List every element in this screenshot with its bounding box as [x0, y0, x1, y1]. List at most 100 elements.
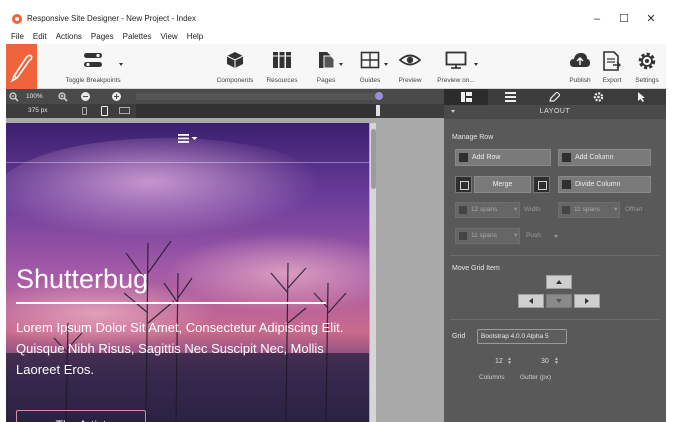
- width-ruler: [136, 104, 376, 118]
- toggle-breakpoints-button[interactable]: Toggle Breakpoints: [58, 44, 128, 89]
- chevron-down-icon: [119, 63, 123, 66]
- move-left-button[interactable]: [518, 294, 544, 308]
- merge-button[interactable]: Merge: [474, 176, 531, 193]
- layout-icon: [461, 92, 472, 102]
- width-span-select[interactable]: 12 spans ▾: [455, 202, 520, 218]
- phone-icon[interactable]: [82, 107, 87, 115]
- menu-icon[interactable]: [178, 133, 198, 143]
- close-button[interactable]: ✕: [640, 11, 662, 27]
- main-toolbar: Toggle Breakpoints Components Resources: [6, 44, 666, 89]
- breakpoint-marker[interactable]: [375, 92, 383, 100]
- offset-span-icon: [562, 206, 570, 214]
- columns-stepper[interactable]: ▲ ▼: [507, 357, 512, 366]
- menu-edit[interactable]: Edit: [33, 30, 47, 44]
- move-up-button[interactable]: [546, 275, 572, 289]
- the-artist-button[interactable]: The Artist: [16, 410, 146, 422]
- columns-label: Columns: [479, 374, 505, 381]
- add-row-button[interactable]: Add Row: [455, 149, 551, 166]
- components-button[interactable]: Components: [214, 44, 256, 89]
- add-row-icon: [459, 153, 468, 162]
- maximize-button[interactable]: ☐: [613, 11, 635, 27]
- menu-palettes[interactable]: Palettes: [123, 30, 152, 44]
- add-row-label: Add Row: [472, 154, 501, 161]
- push-span-icon: [459, 232, 467, 240]
- publish-button[interactable]: Publish: [565, 44, 595, 89]
- hero-text: Lorem Ipsum Dolor Sit Amet, Consectetur …: [16, 320, 344, 377]
- columns-input[interactable]: 12: [495, 358, 503, 365]
- menu-pages[interactable]: Pages: [91, 30, 114, 44]
- preview-label: Preview: [398, 77, 422, 84]
- chevron-down-icon[interactable]: [451, 110, 455, 113]
- hero-navbar: [6, 123, 369, 163]
- brand-tool-button[interactable]: [6, 44, 37, 89]
- export-button[interactable]: Export: [597, 44, 627, 89]
- title-bar: Responsive Site Designer - New Project -…: [6, 8, 666, 30]
- zoom-out-icon[interactable]: [9, 92, 19, 102]
- merge-left-icon[interactable]: [455, 176, 472, 193]
- divide-column-icon: [562, 180, 571, 189]
- canvas-scrollbar[interactable]: [370, 123, 376, 422]
- export-icon: [603, 51, 621, 71]
- zoom-level: 100%: [26, 93, 43, 100]
- gear-icon: [593, 92, 604, 102]
- toggle-icon: [84, 53, 102, 67]
- tab-style[interactable]: [532, 89, 576, 105]
- tablet-icon[interactable]: [101, 106, 108, 116]
- monitor-icon: [445, 51, 467, 69]
- add-column-button[interactable]: Add Column: [558, 149, 651, 166]
- app-logo-icon: [12, 14, 22, 24]
- guides-label: Guides: [359, 77, 381, 84]
- tab-settings[interactable]: [576, 89, 620, 105]
- resources-icon: [273, 52, 291, 68]
- minimize-button[interactable]: –: [586, 11, 608, 27]
- merge-right-icon[interactable]: [533, 176, 550, 193]
- scrollbar-thumb[interactable]: [370, 129, 376, 189]
- guides-icon: [360, 51, 380, 69]
- gutter-input[interactable]: 30: [541, 358, 549, 365]
- move-right-button[interactable]: [574, 294, 600, 308]
- eye-icon: [399, 54, 421, 66]
- pages-button[interactable]: Pages: [309, 44, 343, 89]
- grid-framework-select[interactable]: Bootstrap 4.0.0 Alpha 5: [477, 329, 567, 344]
- gutter-label: Gutter (px): [520, 374, 552, 381]
- arrow-up-icon: [556, 280, 562, 284]
- preview-button[interactable]: Preview: [393, 44, 427, 89]
- section-divider: [450, 319, 660, 320]
- publish-label: Publish: [569, 77, 591, 84]
- increase-width-button[interactable]: [112, 92, 121, 101]
- components-icon: [226, 52, 244, 68]
- push-span-select[interactable]: 11 spans ▾: [455, 228, 520, 244]
- breakpoint-track: [136, 93, 376, 100]
- settings-button[interactable]: Settings: [631, 44, 663, 89]
- move-down-button[interactable]: [546, 294, 572, 308]
- divide-column-button[interactable]: Divide Column: [558, 176, 651, 193]
- offset-span-select[interactable]: 11 spans ▾: [558, 202, 620, 218]
- width-drag-handle[interactable]: [376, 105, 380, 116]
- offset-span-value: 11 spans: [574, 206, 600, 213]
- tab-list[interactable]: [488, 89, 532, 105]
- tab-layout[interactable]: [444, 89, 488, 105]
- menu-file[interactable]: File: [11, 30, 24, 44]
- guides-button[interactable]: Guides: [353, 44, 388, 89]
- rocket-icon: [10, 54, 33, 83]
- device-size-bar: 375 px: [6, 104, 444, 118]
- preview-on-button[interactable]: Preview on...: [432, 44, 480, 89]
- resources-label: Resources: [266, 77, 298, 84]
- merge-label: Merge: [492, 181, 513, 188]
- tab-interactions[interactable]: [620, 89, 664, 105]
- zoom-in-icon[interactable]: [58, 92, 68, 102]
- offset-label: Offset: [625, 206, 643, 213]
- chevron-down-icon[interactable]: [554, 235, 558, 238]
- menu-view[interactable]: View: [161, 30, 178, 44]
- menu-help[interactable]: Help: [187, 30, 203, 44]
- settings-label: Settings: [635, 77, 659, 84]
- arrow-right-icon: [585, 298, 589, 304]
- push-span-value: 11 spans: [471, 232, 497, 239]
- menu-bar: File Edit Actions Pages Palettes View He…: [6, 30, 666, 44]
- desktop-icon[interactable]: [119, 107, 130, 114]
- gutter-stepper[interactable]: ▲ ▼: [554, 357, 559, 366]
- decrease-width-button[interactable]: [81, 92, 90, 101]
- resources-button[interactable]: Resources: [262, 44, 302, 89]
- preview-on-label: Preview on...: [437, 77, 475, 84]
- menu-actions[interactable]: Actions: [56, 30, 82, 44]
